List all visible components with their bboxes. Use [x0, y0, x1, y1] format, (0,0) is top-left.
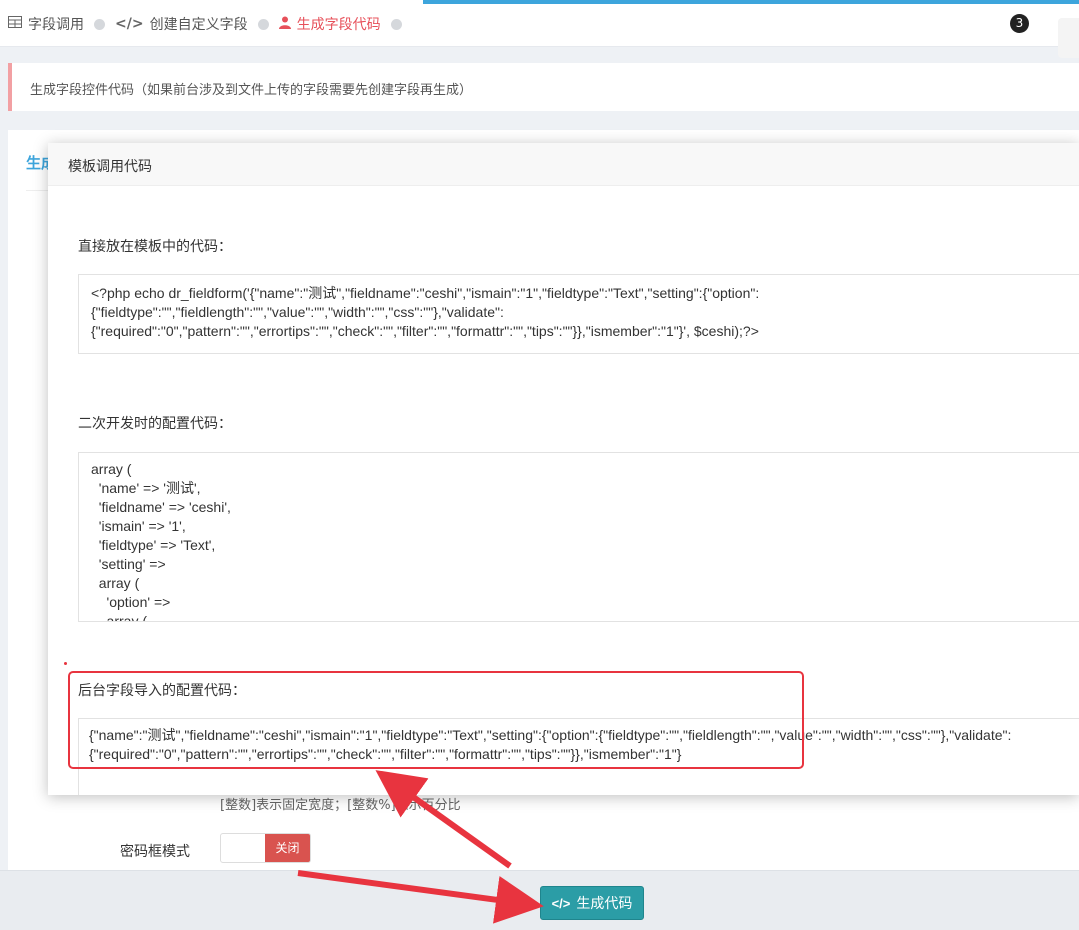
password-mode-label: 密码框模式	[120, 844, 190, 860]
avatar[interactable]	[1058, 18, 1079, 58]
generate-code-button[interactable]: </> 生成代码	[540, 886, 644, 920]
breadcrumb-label: 生成字段代码	[296, 17, 381, 33]
breadcrumb-label: 字段调用	[28, 17, 84, 33]
width-help-text: [整数]表示固定宽度；[整数%]表示百分比	[220, 798, 461, 813]
toggle-off-label: 关闭	[265, 834, 310, 862]
code-line: array (	[91, 461, 132, 477]
top-bar: 字段调用 </> 创建自定义字段 生成字段代码 3	[0, 0, 1079, 58]
code-line: 'name' => '测试',	[91, 480, 201, 496]
template-code-label: 直接放在模板中的代码：	[78, 239, 232, 255]
info-note: 生成字段控件代码（如果前台涉及到文件上传的字段需要先创建字段再生成）	[8, 63, 1079, 111]
breadcrumb-item-field-call[interactable]: 字段调用	[8, 14, 84, 34]
breadcrumb-label: 创建自定义字段	[149, 17, 248, 33]
code-line: <?php echo dr_fieldform('{"name":"测试","f…	[91, 285, 760, 301]
code-line: 'fieldtype' => 'Text',	[91, 537, 216, 553]
dev-config-textarea[interactable]: array ( 'name' => '测试', 'fieldname' => '…	[78, 452, 1079, 622]
code-line: {"fieldtype":"","fieldlength":"","value"…	[91, 304, 504, 320]
user-icon	[278, 16, 291, 33]
code-line: 'option' =>	[91, 594, 171, 610]
code-line: 'fieldname' => 'ceshi',	[91, 499, 231, 515]
code-line: array (	[91, 575, 140, 591]
modal-title: 模板调用代码	[68, 159, 152, 175]
breadcrumb-separator	[390, 18, 402, 30]
password-mode-toggle[interactable]: 关闭	[220, 833, 311, 863]
breadcrumb-separator	[257, 18, 269, 30]
top-accent-bar	[423, 0, 1079, 4]
code-line: array (	[91, 613, 148, 622]
dev-config-label: 二次开发时的配置代码：	[78, 416, 232, 432]
code-line: 'ismain' => '1',	[91, 518, 186, 534]
table-icon	[8, 16, 22, 32]
generate-code-label: 生成代码	[576, 895, 633, 911]
info-note-text: 生成字段控件代码（如果前台涉及到文件上传的字段需要先创建字段再生成）	[30, 83, 473, 98]
code-line: {"required":"0","pattern":"","errortips"…	[91, 323, 759, 339]
code-icon: </>	[115, 16, 144, 32]
code-icon: </>	[551, 895, 571, 911]
annotation-highlight-box	[68, 671, 804, 769]
code-line: 'setting' =>	[91, 556, 166, 572]
notification-badge[interactable]: 3	[1010, 14, 1029, 33]
annotation-dot	[64, 662, 67, 665]
breadcrumb-item-create-field[interactable]: </> 创建自定义字段	[115, 14, 248, 34]
breadcrumb-separator	[94, 18, 105, 30]
modal-header: 模板调用代码	[48, 143, 1079, 186]
template-code-textarea[interactable]: <?php echo dr_fieldform('{"name":"测试","f…	[78, 274, 1079, 354]
breadcrumb: 字段调用 </> 创建自定义字段 生成字段代码	[8, 14, 412, 34]
breadcrumb-item-generate-code[interactable]: 生成字段代码	[278, 14, 381, 34]
